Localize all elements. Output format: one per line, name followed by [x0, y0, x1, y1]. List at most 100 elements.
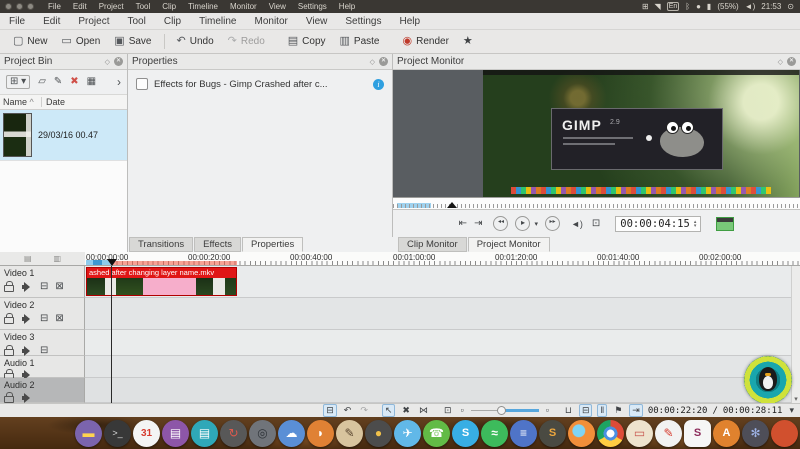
- color-profile-app[interactable]: ●: [365, 420, 392, 447]
- global-menu-item[interactable]: Monitor: [224, 2, 263, 11]
- video-thumbnails-icon[interactable]: ⊟: [40, 346, 48, 356]
- go-end-button[interactable]: ⇥: [474, 218, 482, 229]
- toolbar-button[interactable]: ◉ Render: [396, 34, 456, 49]
- monitor-zone-icon[interactable]: [716, 217, 734, 231]
- forward-button[interactable]: ▸▸: [545, 216, 560, 231]
- menu-item[interactable]: Settings: [336, 16, 390, 27]
- toolbar-button[interactable]: ▭ Open: [54, 34, 107, 49]
- monitor-video-frame[interactable]: GIMP 2.9: [483, 70, 799, 197]
- track-lane-video3[interactable]: [85, 330, 791, 356]
- terminal[interactable]: >_: [104, 420, 131, 447]
- composite-icon[interactable]: ⊠: [55, 314, 63, 324]
- weather-app[interactable]: ☁: [278, 420, 305, 447]
- global-menu-item[interactable]: Timeline: [182, 2, 224, 11]
- spacer-tool-button[interactable]: ⋈: [417, 405, 430, 416]
- power-icon[interactable]: ⊙: [787, 2, 794, 11]
- menu-item[interactable]: Project: [69, 16, 118, 27]
- add-clip-button[interactable]: ⊞ ▾: [6, 75, 30, 89]
- timecode-spinner[interactable]: ▴▾: [694, 220, 697, 228]
- delete-clip-button[interactable]: ✖: [70, 77, 78, 87]
- track-header-audio1[interactable]: Audio 1: [0, 356, 85, 378]
- dock-tab[interactable]: Effects: [194, 237, 241, 252]
- gimp[interactable]: ✎: [336, 420, 363, 447]
- video-thumbnails-icon[interactable]: ⊟: [40, 314, 48, 324]
- close-panel-icon[interactable]: ✕: [114, 57, 123, 66]
- skype[interactable]: S: [452, 420, 479, 447]
- sublime-text[interactable]: S: [539, 420, 566, 447]
- float-panel-icon[interactable]: ◇: [778, 58, 783, 66]
- statusbar-chevron-icon[interactable]: ▾: [787, 405, 796, 416]
- input-language-badge[interactable]: En: [667, 2, 680, 11]
- audio-thumbs-button[interactable]: ‖: [597, 404, 607, 417]
- global-menu-item[interactable]: Project: [93, 2, 130, 11]
- viber[interactable]: ☎: [423, 420, 450, 447]
- global-menu-item[interactable]: Settings: [292, 2, 333, 11]
- video-thumbs-button[interactable]: ⊟: [579, 404, 593, 417]
- bin-overflow-button[interactable]: ›: [117, 76, 121, 88]
- global-menu-item[interactable]: Help: [333, 2, 361, 11]
- battery-icon[interactable]: ▮: [707, 2, 711, 11]
- app-store[interactable]: A: [713, 420, 740, 447]
- view-mode-button[interactable]: ▦: [87, 77, 96, 87]
- global-menu-item[interactable]: Edit: [67, 2, 93, 11]
- keyboard-indicator-icon[interactable]: ⊞: [642, 2, 649, 11]
- zoom-in-button[interactable]: ▫: [544, 405, 551, 416]
- column-header-name[interactable]: Name ^: [0, 97, 42, 107]
- play-button[interactable]: ▸: [515, 216, 530, 231]
- menu-item[interactable]: Tool: [118, 16, 154, 27]
- menu-item[interactable]: File: [0, 16, 34, 27]
- slack[interactable]: S: [684, 420, 711, 447]
- global-menu-item[interactable]: File: [42, 2, 67, 11]
- toolbar-button[interactable]: ▤ Copy: [281, 34, 333, 49]
- effect-enable-checkbox[interactable]: [136, 78, 148, 90]
- timeline-vertical-scrollbar[interactable]: ▾: [791, 266, 800, 403]
- spotify[interactable]: ≈: [481, 420, 508, 447]
- toolbar-button[interactable]: ★: [456, 34, 484, 49]
- timeline-clip[interactable]: ashed after changing layer name.mkv: [86, 267, 237, 296]
- chrome[interactable]: [597, 420, 624, 447]
- create-folder-button[interactable]: ▱: [38, 77, 46, 87]
- journal-app[interactable]: ▤: [162, 420, 189, 447]
- telegram[interactable]: ✈: [394, 420, 421, 447]
- lock-track-icon[interactable]: [4, 345, 15, 356]
- toolbar-button[interactable]: ↶ Undo: [170, 34, 221, 49]
- markers-button[interactable]: ⚑: [612, 405, 624, 416]
- toolbar-button[interactable]: ▥ Paste: [333, 34, 387, 49]
- zoom-fit-button[interactable]: ⊡: [442, 405, 454, 416]
- volume-icon[interactable]: ◄): [745, 2, 756, 11]
- composite-icon[interactable]: ⊠: [55, 282, 63, 292]
- mute-track-icon[interactable]: [22, 313, 33, 324]
- lock-track-icon[interactable]: [4, 392, 15, 403]
- mute-track-icon[interactable]: [22, 345, 33, 356]
- menu-item[interactable]: Help: [391, 16, 430, 27]
- notes-app[interactable]: ▤: [191, 420, 218, 447]
- menu-item[interactable]: View: [297, 16, 337, 27]
- wifi-icon[interactable]: ◥: [655, 2, 661, 11]
- track-lane-audio1[interactable]: [85, 356, 791, 378]
- zoom-slider-thumb[interactable]: [497, 406, 506, 415]
- playhead-marker[interactable]: [107, 259, 117, 266]
- menu-item[interactable]: Clip: [155, 16, 190, 27]
- arrow-back-button[interactable]: ↶: [342, 405, 354, 416]
- track-header-video1[interactable]: Video 1 ⊟ ⊠: [0, 266, 85, 298]
- toolbar-button[interactable]: ▢ New: [6, 34, 54, 49]
- track-lane-audio2[interactable]: [85, 378, 791, 403]
- lock-track-icon[interactable]: [4, 281, 15, 292]
- timeline-corner-icon-1[interactable]: ▤: [24, 254, 32, 263]
- razor-tool-button[interactable]: ✖: [400, 405, 412, 416]
- lock-track-icon[interactable]: [4, 313, 15, 324]
- dock-tab[interactable]: Clip Monitor: [398, 237, 467, 252]
- timeline-zoom-slider[interactable]: [471, 406, 539, 415]
- track-header-audio2[interactable]: Audio 2: [0, 378, 85, 403]
- monitor-volume-button[interactable]: ◄): [571, 219, 583, 229]
- track-lane-video2[interactable]: [85, 298, 791, 330]
- dock-tab[interactable]: Properties: [242, 237, 303, 252]
- zoom-out-button[interactable]: ▫: [459, 405, 466, 416]
- menu-item[interactable]: Monitor: [246, 16, 297, 27]
- go-start-button[interactable]: ⇤: [459, 218, 467, 229]
- editor-pen-app[interactable]: ✎: [655, 420, 682, 447]
- column-header-date[interactable]: Date: [42, 97, 65, 107]
- float-panel-icon[interactable]: ◇: [370, 58, 375, 66]
- calendar[interactable]: 31: [133, 420, 160, 447]
- close-panel-icon[interactable]: ✕: [379, 57, 388, 66]
